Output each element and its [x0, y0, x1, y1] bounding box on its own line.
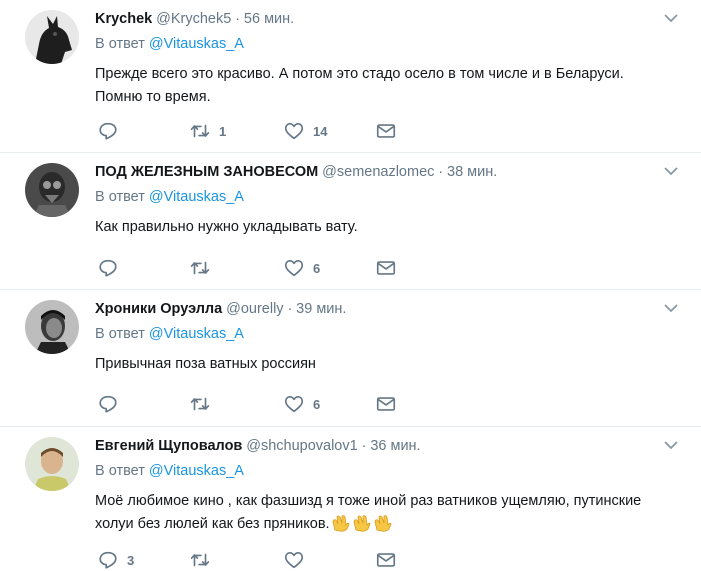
like-count: 6: [313, 396, 321, 412]
display-name[interactable]: Евгений Щуповалов: [95, 438, 242, 454]
reply-prefix: В ответ: [95, 189, 145, 205]
user-handle[interactable]: @Krychek5: [156, 11, 231, 27]
reply-count: 3: [127, 552, 135, 568]
reply-button[interactable]: [97, 257, 127, 279]
reply-context: В ответ @Vitauskas_A: [95, 34, 661, 54]
user-handle[interactable]: @shchupovalov1: [246, 438, 357, 454]
like-button[interactable]: 14: [283, 120, 327, 142]
envelope-icon: [375, 393, 397, 415]
direct-message-button[interactable]: [375, 257, 397, 279]
retweet-button[interactable]: 1: [189, 120, 226, 142]
retweet-button[interactable]: [189, 393, 219, 415]
reply-mention-link[interactable]: @Vitauskas_A: [149, 463, 244, 479]
tweet[interactable]: Евгений Щуповалов @shchupovalov1 · 36 ми…: [0, 427, 701, 571]
direct-message-button[interactable]: [375, 120, 397, 142]
direct-message-button[interactable]: [375, 549, 397, 571]
timestamp[interactable]: 36 мин.: [370, 438, 420, 454]
tweet-actions: 6: [97, 393, 417, 415]
like-count: 6: [313, 260, 321, 276]
direct-message-button[interactable]: [375, 393, 397, 415]
reply-mention-link[interactable]: @Vitauskas_A: [149, 189, 244, 205]
timestamp[interactable]: 38 мин.: [447, 164, 497, 180]
reply-mention-link[interactable]: @Vitauskas_A: [149, 326, 244, 342]
heart-icon: [283, 393, 305, 415]
reply-context: В ответ @Vitauskas_A: [95, 187, 661, 207]
tweet-actions: 3: [97, 549, 417, 571]
reply-context: В ответ @Vitauskas_A: [95, 324, 661, 344]
chevron-down-icon[interactable]: [663, 300, 679, 316]
reply-icon: [97, 393, 119, 415]
avatar[interactable]: [25, 10, 79, 64]
separator-dot: ·: [235, 11, 241, 27]
user-handle[interactable]: @ourelly: [226, 301, 283, 317]
reply-thread: Krychek @Krychek5 · 56 мин. В ответ @Vit…: [0, 0, 701, 571]
separator-dot: ·: [438, 164, 444, 180]
retweet-count: 1: [219, 123, 227, 139]
heart-icon: [283, 257, 305, 279]
retweet-icon: [189, 549, 211, 571]
reply-button[interactable]: [97, 393, 127, 415]
tweet-text: Моё любимое кино , как фазшизд я тоже ин…: [95, 490, 661, 536]
like-button[interactable]: 6: [283, 257, 320, 279]
tweet-actions: 6: [97, 257, 417, 279]
retweet-icon: [189, 393, 211, 415]
tweet-text: Привычная поза ватных россиян: [95, 356, 316, 372]
tweet[interactable]: ПОД ЖЕЛЕЗНЫМ ЗАНОВЕСОМ @semenazlomec · 3…: [0, 153, 701, 290]
display-name[interactable]: Krychek: [95, 11, 152, 27]
timestamp[interactable]: 56 мин.: [244, 11, 294, 27]
timestamp[interactable]: 39 мин.: [296, 301, 346, 317]
envelope-icon: [375, 120, 397, 142]
chevron-down-icon[interactable]: [663, 163, 679, 179]
reply-icon: [97, 120, 119, 142]
retweet-button[interactable]: [189, 257, 219, 279]
chevron-down-icon[interactable]: [663, 10, 679, 26]
retweet-button[interactable]: [189, 549, 219, 571]
retweet-icon: [189, 120, 211, 142]
heart-icon: [283, 120, 305, 142]
display-name[interactable]: ПОД ЖЕЛЕЗНЫМ ЗАНОВЕСОМ: [95, 164, 318, 180]
clapping-hands-icon: [352, 514, 372, 532]
user-handle[interactable]: @semenazlomec: [322, 164, 434, 180]
clapping-hands-icon: [373, 514, 393, 532]
reply-mention-link[interactable]: @Vitauskas_A: [149, 36, 244, 52]
reply-button[interactable]: 3: [97, 549, 134, 571]
reply-prefix: В ответ: [95, 36, 145, 52]
like-count: 14: [313, 123, 328, 139]
reply-prefix: В ответ: [95, 326, 145, 342]
avatar[interactable]: [25, 437, 79, 491]
tweet-text: Как правильно нужно укладывать вату.: [95, 219, 358, 235]
heart-icon: [283, 549, 305, 571]
reply-context: В ответ @Vitauskas_A: [95, 461, 661, 481]
tweet-text: Прежде всего это красиво. А потом это ст…: [95, 66, 624, 105]
reply-button[interactable]: [97, 120, 127, 142]
tweet[interactable]: Krychek @Krychek5 · 56 мин. В ответ @Vit…: [0, 0, 701, 153]
like-button[interactable]: 6: [283, 393, 320, 415]
retweet-icon: [189, 257, 211, 279]
reply-prefix: В ответ: [95, 463, 145, 479]
separator-dot: ·: [361, 438, 367, 454]
avatar[interactable]: [25, 163, 79, 217]
separator-dot: ·: [287, 301, 293, 317]
envelope-icon: [375, 257, 397, 279]
envelope-icon: [375, 549, 397, 571]
display-name[interactable]: Хроники Оруэлла: [95, 301, 222, 317]
tweet[interactable]: Хроники Оруэлла @ourelly · 39 мин. В отв…: [0, 290, 701, 427]
like-button[interactable]: [283, 549, 313, 571]
tweet-actions: 1 14: [97, 120, 417, 142]
avatar[interactable]: [25, 300, 79, 354]
reply-icon: [97, 257, 119, 279]
reply-icon: [97, 549, 119, 571]
chevron-down-icon[interactable]: [663, 437, 679, 453]
clapping-hands-icon: [331, 514, 351, 532]
